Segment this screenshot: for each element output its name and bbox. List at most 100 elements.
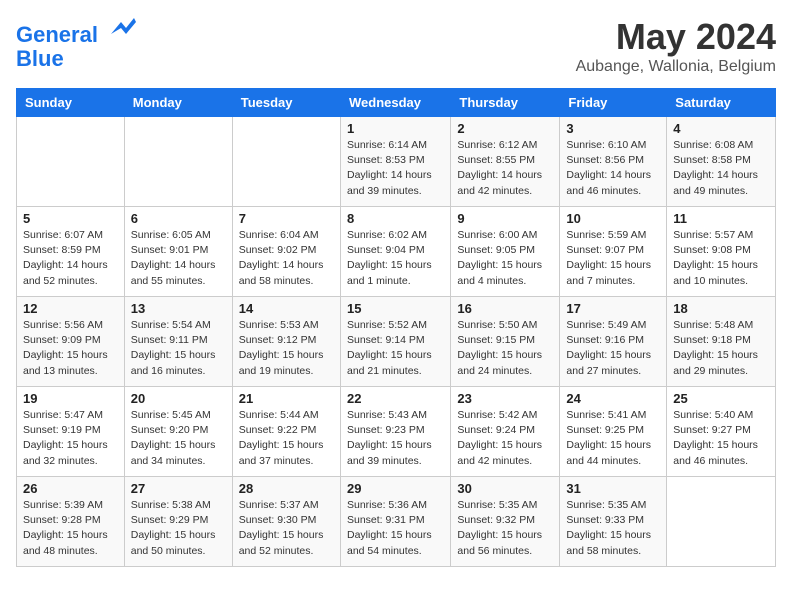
calendar-cell: 2 Sunrise: 6:12 AMSunset: 8:55 PMDaylight… — [451, 117, 560, 207]
header-thursday: Thursday — [451, 89, 560, 117]
calendar-cell: 17 Sunrise: 5:49 AMSunset: 9:16 PMDayligh… — [560, 297, 667, 387]
day-number: 31 — [566, 481, 660, 496]
day-info: Sunrise: 6:04 AMSunset: 9:02 PMDaylight:… — [239, 228, 334, 289]
calendar-cell: 6 Sunrise: 6:05 AMSunset: 9:01 PMDaylight… — [124, 207, 232, 297]
day-number: 16 — [457, 301, 553, 316]
day-number: 22 — [347, 391, 444, 406]
day-info: Sunrise: 6:08 AMSunset: 8:58 PMDaylight:… — [673, 138, 769, 199]
day-number: 9 — [457, 211, 553, 226]
day-number: 20 — [131, 391, 226, 406]
calendar-cell — [124, 117, 232, 207]
calendar-week-5: 26Sunrise: 5:39 AMSunset: 9:28 PMDayligh… — [17, 477, 776, 567]
calendar-cell: 30Sunrise: 5:35 AMSunset: 9:32 PMDayligh… — [451, 477, 560, 567]
day-number: 24 — [566, 391, 660, 406]
day-info: Sunrise: 5:40 AMSunset: 9:27 PMDaylight:… — [673, 408, 769, 469]
day-number: 12 — [23, 301, 118, 316]
calendar-table: SundayMondayTuesdayWednesdayThursdayFrid… — [16, 88, 776, 567]
day-info: Sunrise: 5:44 AMSunset: 9:22 PMDaylight:… — [239, 408, 334, 469]
month-title: May 2024 — [576, 16, 776, 58]
calendar-cell: 23 Sunrise: 5:42 AMSunset: 9:24 PMDayligh… — [451, 387, 560, 477]
day-info: Sunrise: 5:41 AMSunset: 9:25 PMDaylight:… — [566, 408, 660, 469]
calendar-cell — [667, 477, 776, 567]
calendar-cell: 1 Sunrise: 6:14 AMSunset: 8:53 PMDaylight… — [340, 117, 450, 207]
day-info: Sunrise: 6:02 AMSunset: 9:04 PMDaylight:… — [347, 228, 444, 289]
calendar-cell: 3Sunrise: 6:10 AMSunset: 8:56 PMDaylight… — [560, 117, 667, 207]
day-number: 23 — [457, 391, 553, 406]
day-info: Sunrise: 5:54 AMSunset: 9:11 PMDaylight:… — [131, 318, 226, 379]
calendar-week-4: 19 Sunrise: 5:47 AMSunset: 9:19 PMDayligh… — [17, 387, 776, 477]
day-info: Sunrise: 5:48 AMSunset: 9:18 PMDaylight:… — [673, 318, 769, 379]
location: Aubange, Wallonia, Belgium — [576, 58, 776, 76]
header-wednesday: Wednesday — [340, 89, 450, 117]
day-number: 8 — [347, 211, 444, 226]
logo-bird-icon — [106, 14, 136, 42]
day-number: 11 — [673, 211, 769, 226]
logo-general: General — [16, 22, 98, 47]
calendar-cell: 7Sunrise: 6:04 AMSunset: 9:02 PMDaylight… — [232, 207, 340, 297]
calendar-cell: 16 Sunrise: 5:50 AMSunset: 9:15 PMDayligh… — [451, 297, 560, 387]
calendar-cell: 27Sunrise: 5:38 AMSunset: 9:29 PMDayligh… — [124, 477, 232, 567]
day-number: 17 — [566, 301, 660, 316]
day-info: Sunrise: 6:05 AMSunset: 9:01 PMDaylight:… — [131, 228, 226, 289]
day-info: Sunrise: 5:53 AMSunset: 9:12 PMDaylight:… — [239, 318, 334, 379]
logo-blue: Blue — [16, 46, 64, 71]
day-info: Sunrise: 5:36 AMSunset: 9:31 PMDaylight:… — [347, 498, 444, 559]
header-sunday: Sunday — [17, 89, 125, 117]
day-number: 27 — [131, 481, 226, 496]
day-number: 13 — [131, 301, 226, 316]
day-info: Sunrise: 6:14 AMSunset: 8:53 PMDaylight:… — [347, 138, 444, 199]
day-info: Sunrise: 5:42 AMSunset: 9:24 PMDaylight:… — [457, 408, 553, 469]
header-tuesday: Tuesday — [232, 89, 340, 117]
day-info: Sunrise: 5:37 AMSunset: 9:30 PMDaylight:… — [239, 498, 334, 559]
calendar-cell: 26Sunrise: 5:39 AMSunset: 9:28 PMDayligh… — [17, 477, 125, 567]
day-number: 3 — [566, 121, 660, 136]
day-info: Sunrise: 5:45 AMSunset: 9:20 PMDaylight:… — [131, 408, 226, 469]
calendar-cell: 10 Sunrise: 5:59 AMSunset: 9:07 PMDayligh… — [560, 207, 667, 297]
day-number: 5 — [23, 211, 118, 226]
day-number: 25 — [673, 391, 769, 406]
calendar-cell — [232, 117, 340, 207]
day-info: Sunrise: 6:12 AMSunset: 8:55 PMDaylight:… — [457, 138, 553, 199]
calendar-cell: 20 Sunrise: 5:45 AMSunset: 9:20 PMDayligh… — [124, 387, 232, 477]
day-number: 21 — [239, 391, 334, 406]
calendar-cell: 22 Sunrise: 5:43 AMSunset: 9:23 PMDayligh… — [340, 387, 450, 477]
day-number: 26 — [23, 481, 118, 496]
day-number: 6 — [131, 211, 226, 226]
day-info: Sunrise: 5:43 AMSunset: 9:23 PMDaylight:… — [347, 408, 444, 469]
calendar-cell: 28 Sunrise: 5:37 AMSunset: 9:30 PMDayligh… — [232, 477, 340, 567]
day-number: 18 — [673, 301, 769, 316]
title-block: May 2024 Aubange, Wallonia, Belgium — [576, 16, 776, 76]
day-number: 19 — [23, 391, 118, 406]
calendar-week-3: 12Sunrise: 5:56 AMSunset: 9:09 PMDayligh… — [17, 297, 776, 387]
calendar-cell: 15 Sunrise: 5:52 AMSunset: 9:14 PMDayligh… — [340, 297, 450, 387]
calendar-week-1: 1 Sunrise: 6:14 AMSunset: 8:53 PMDaylight… — [17, 117, 776, 207]
day-info: Sunrise: 5:47 AMSunset: 9:19 PMDaylight:… — [23, 408, 118, 469]
day-info: Sunrise: 5:49 AMSunset: 9:16 PMDaylight:… — [566, 318, 660, 379]
day-number: 29 — [347, 481, 444, 496]
calendar-cell: 19 Sunrise: 5:47 AMSunset: 9:19 PMDayligh… — [17, 387, 125, 477]
day-number: 28 — [239, 481, 334, 496]
day-number: 2 — [457, 121, 553, 136]
calendar-cell: 11Sunrise: 5:57 AMSunset: 9:08 PMDayligh… — [667, 207, 776, 297]
calendar-cell: 24 Sunrise: 5:41 AMSunset: 9:25 PMDayligh… — [560, 387, 667, 477]
logo: General Blue — [16, 16, 136, 71]
day-info: Sunrise: 5:52 AMSunset: 9:14 PMDaylight:… — [347, 318, 444, 379]
header-monday: Monday — [124, 89, 232, 117]
day-number: 1 — [347, 121, 444, 136]
calendar-cell: 14 Sunrise: 5:53 AMSunset: 9:12 PMDayligh… — [232, 297, 340, 387]
day-info: Sunrise: 6:07 AMSunset: 8:59 PMDaylight:… — [23, 228, 118, 289]
calendar-cell: 4 Sunrise: 6:08 AMSunset: 8:58 PMDaylight… — [667, 117, 776, 207]
day-number: 30 — [457, 481, 553, 496]
calendar-cell: 21 Sunrise: 5:44 AMSunset: 9:22 PMDayligh… — [232, 387, 340, 477]
day-number: 4 — [673, 121, 769, 136]
calendar-cell — [17, 117, 125, 207]
calendar-cell: 8 Sunrise: 6:02 AMSunset: 9:04 PMDaylight… — [340, 207, 450, 297]
day-number: 14 — [239, 301, 334, 316]
day-info: Sunrise: 5:35 AMSunset: 9:33 PMDaylight:… — [566, 498, 660, 559]
day-number: 15 — [347, 301, 444, 316]
day-info: Sunrise: 5:50 AMSunset: 9:15 PMDaylight:… — [457, 318, 553, 379]
day-number: 10 — [566, 211, 660, 226]
header-friday: Friday — [560, 89, 667, 117]
page-header: General Blue May 2024 Aubange, Wallonia,… — [16, 16, 776, 76]
day-info: Sunrise: 5:59 AMSunset: 9:07 PMDaylight:… — [566, 228, 660, 289]
